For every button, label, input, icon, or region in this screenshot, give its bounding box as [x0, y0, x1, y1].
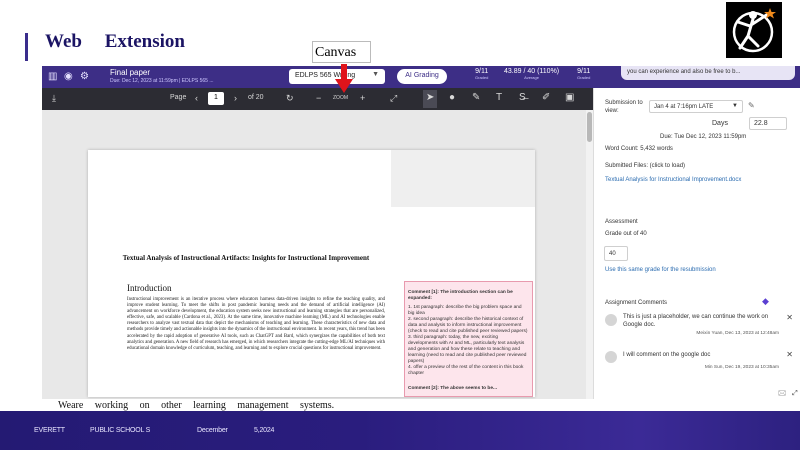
fullscreen-icon[interactable]: ⤢ — [390, 93, 397, 104]
settings-gear-icon[interactable]: ⚙ — [80, 71, 89, 82]
average-stat: 43.89 / 40 (110%) Average — [504, 68, 559, 80]
days-late-input[interactable]: 22.8 — [749, 117, 787, 130]
area-select-icon[interactable]: ▣ — [565, 92, 574, 103]
comment-item: This is just a placeholder, we can conti… — [605, 312, 800, 338]
rotate-icon[interactable]: ↻ — [286, 93, 294, 104]
comment-text: This is just a placeholder, we can conti… — [623, 314, 769, 328]
extension-gem-icon[interactable]: ◆ — [762, 296, 769, 307]
page-number-input[interactable]: 1 — [208, 92, 224, 105]
submission-select-value: Jan 4 at 7:16pm LATE — [654, 104, 714, 110]
eye-icon[interactable]: ◉ — [64, 71, 73, 82]
strikeout-icon[interactable]: S̶ — [519, 92, 526, 103]
document-page: Textual Analysis of Instructional Artifa… — [88, 150, 535, 397]
due-date-text: Due: Tue Dec 12, 2023 11:59pm — [660, 134, 747, 140]
slide-title: Web Extension — [45, 31, 185, 52]
file-name: Final paper — [110, 68, 151, 77]
word-count: Word Count: 5,432 words — [605, 146, 673, 152]
expand-icon[interactable]: ⤢ — [792, 390, 798, 397]
introduction-heading: Introduction — [127, 283, 172, 293]
footer-school: PUBLIC SCHOOL S — [90, 427, 151, 434]
scrollbar-thumb[interactable] — [587, 112, 592, 142]
avatar — [605, 351, 617, 363]
viewer-scrollbar[interactable] — [586, 110, 593, 399]
comment-item: I will comment on the google doc Min Sun… — [605, 349, 800, 375]
chart-icon[interactable]: ▥ — [48, 71, 57, 82]
footer-org: EVERETT — [34, 427, 65, 434]
assessment-label: Assessment — [605, 219, 638, 225]
footer-month: December — [197, 427, 228, 434]
chevron-down-icon: ▼ — [732, 103, 738, 109]
comment-pin-icon[interactable]: ● — [449, 92, 455, 103]
notice-banner: you can experience and also be free to b… — [621, 66, 795, 80]
submitted-files-label: Submitted Files: (click to load) — [605, 163, 686, 169]
page-label: Page — [170, 94, 187, 101]
next-page-icon[interactable]: › — [234, 93, 237, 103]
days-label: Days — [712, 120, 728, 127]
chevron-down-icon: ▼ — [372, 71, 379, 78]
delete-comment-icon[interactable]: ✕ — [786, 313, 793, 322]
stat-value: 43.89 / 40 (110%) — [504, 68, 560, 75]
stat-value: 9/11 — [475, 68, 489, 75]
comment-title: Comment [1]: The introduction section ca… — [408, 290, 513, 301]
next-comment-title: Comment [2]: The above seems to be... — [408, 386, 498, 391]
stat-label: Graded — [577, 75, 591, 80]
highlighter-icon[interactable]: ✎ — [472, 92, 480, 103]
slide-footer: EVERETT PUBLIC SCHOOL S December 5,2024 — [0, 411, 800, 450]
download-icon[interactable]: ⤓ — [52, 93, 56, 104]
document-toolbar: ⤓ Page ‹ 1 › of 20 ↻ − ZOOM + ⤢ ➤ ● ✎ T … — [42, 88, 593, 110]
same-grade-link[interactable]: Use this same grade for the resubmission — [605, 267, 716, 273]
slide-caption: Weare working on other learning manageme… — [58, 400, 335, 411]
stat-label: Average — [524, 75, 539, 80]
stat-label: Graded — [475, 75, 489, 80]
document-title: Textual Analysis of Instructional Artifa… — [122, 254, 370, 262]
comments-label: Assignment Comments — [605, 300, 668, 306]
submission-label: Submission to view: — [605, 100, 643, 114]
title-accent-bar — [25, 33, 28, 61]
comment-gutter — [391, 150, 535, 207]
graded-stat: 9/11 Graded — [475, 68, 488, 80]
comment-meta: Min Sun, Dec 19, 2023 at 10:35am — [704, 365, 779, 370]
pointer-icon[interactable]: ➤ — [426, 92, 434, 103]
speedgrader-screenshot: ▥ ◉ ⚙ Final paper Due: Dec 12, 2023 at 1… — [42, 66, 800, 399]
comment-body: 1. 1st paragraph: describe the big probl… — [408, 305, 528, 376]
previous-page-icon[interactable]: ‹ — [195, 93, 198, 103]
comment-meta: Meixin Yuan, Dec 13, 2023 at 12:48am — [696, 331, 779, 336]
submission-select[interactable]: Jan 4 at 7:16pm LATE ▼ — [649, 100, 743, 113]
footer-date: 5,2024 — [254, 427, 275, 434]
submitted-file-link[interactable]: Textual Analysis for Instructional Impro… — [605, 177, 741, 183]
grade-label: Grade out of 40 — [605, 231, 647, 237]
comment-tools: 🖂 ⤢ — [778, 389, 798, 399]
student-count-stat: 9/11 Graded — [577, 68, 590, 80]
due-line: Due: Dec 12, 2023 at 11:59pm | EDLPS 565… — [110, 78, 214, 84]
pen-icon[interactable]: ✐ — [542, 92, 550, 103]
zoom-out-icon[interactable]: − — [316, 93, 321, 103]
delete-comment-icon[interactable]: ✕ — [786, 350, 793, 359]
grading-side-panel: Submission to view: Jan 4 at 7:16pm LATE… — [593, 88, 800, 399]
text-tool-icon[interactable]: T — [496, 92, 502, 103]
attachment-icon[interactable]: 🖂 — [778, 390, 786, 397]
stat-value: 9/11 — [577, 68, 591, 75]
page-count: of 20 — [248, 94, 264, 101]
school-logo — [726, 2, 782, 58]
edit-pencil-icon[interactable]: ✎ — [748, 101, 755, 110]
avatar — [605, 314, 617, 326]
speedgrader-header: ▥ ◉ ⚙ Final paper Due: Dec 12, 2023 at 1… — [42, 66, 800, 88]
canvas-callout-label: Canvas — [312, 41, 371, 63]
zoom-label: ZOOM — [333, 95, 348, 101]
margin-comment[interactable]: Comment [1]: The introduction section ca… — [404, 281, 533, 397]
document-body: Instructional improvement is an iterativ… — [127, 297, 385, 351]
ai-grading-button[interactable]: AI Grading — [397, 69, 447, 84]
red-down-arrow-icon — [335, 64, 353, 93]
grade-input[interactable]: 40 — [604, 246, 628, 261]
comment-text: I will comment on the google doc — [623, 352, 711, 358]
zoom-in-icon[interactable]: + — [360, 93, 365, 103]
